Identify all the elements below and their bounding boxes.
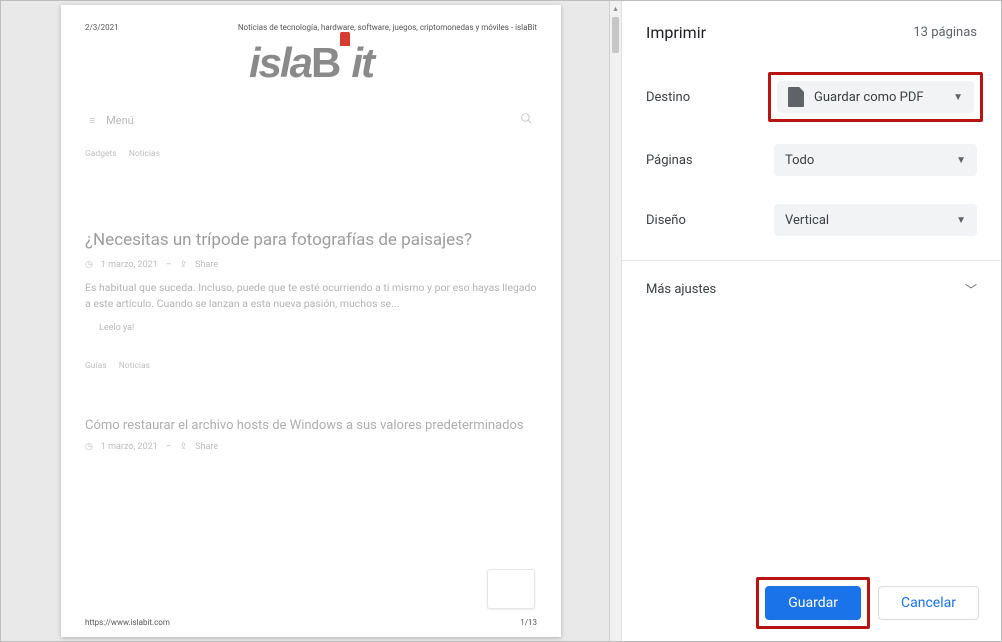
preview-tags-1: Gadgets Noticias bbox=[85, 149, 537, 159]
more-settings-toggle[interactable]: Más ajustes ﹀ bbox=[646, 261, 977, 318]
footer-page: 1/13 bbox=[520, 618, 537, 627]
meta-sep: – bbox=[166, 442, 172, 452]
article-body: Es habitual que suceda. Incluso, puede q… bbox=[85, 280, 537, 312]
chevron-down-icon: ▼ bbox=[956, 155, 966, 166]
more-settings-label: Más ajustes bbox=[646, 282, 716, 297]
pdf-file-icon bbox=[788, 87, 804, 107]
layout-select[interactable]: Vertical ▼ bbox=[774, 204, 977, 236]
highlight-destination: Guardar como PDF ▼ bbox=[768, 72, 983, 122]
clock-icon: ◷ bbox=[85, 260, 93, 270]
article-title: ¿Necesitas un trípode para fotografías d… bbox=[85, 229, 537, 252]
footer-url: https://www.islabit.com bbox=[85, 618, 170, 627]
tag: Noticias bbox=[129, 149, 160, 159]
row-destination: Destino Guardar como PDF ▼ bbox=[646, 64, 977, 130]
layout-value: Vertical bbox=[785, 213, 829, 228]
scroll-up-icon[interactable]: ▴ bbox=[612, 3, 619, 13]
share-icon: ⇪ bbox=[180, 442, 188, 452]
article-title: Cómo restaurar el archivo hosts de Windo… bbox=[85, 417, 537, 435]
destination-label: Destino bbox=[646, 90, 774, 105]
preview-site-title: Noticias de tecnología, hardware, softwa… bbox=[238, 23, 537, 32]
preview-tags-2: Guías Noticias bbox=[85, 361, 537, 371]
article-date: 1 marzo, 2021 bbox=[101, 442, 158, 452]
clock-icon: ◷ bbox=[85, 442, 93, 452]
preview-page: 2/3/2021 Noticias de tecnología, hardwar… bbox=[61, 5, 561, 637]
preview-page-footer: https://www.islabit.com 1/13 bbox=[85, 618, 537, 627]
recaptcha-badge bbox=[487, 569, 535, 609]
search-icon bbox=[520, 112, 533, 129]
tag: Guías bbox=[85, 361, 107, 371]
cancel-button[interactable]: Cancelar bbox=[878, 586, 979, 620]
pages-select[interactable]: Todo ▼ bbox=[774, 144, 977, 176]
destination-select[interactable]: Guardar como PDF ▼ bbox=[777, 81, 974, 113]
share-icon: ⇪ bbox=[180, 260, 188, 270]
print-preview-pane: 2/3/2021 Noticias de tecnología, hardwar… bbox=[1, 1, 621, 641]
dialog-footer: Guardar Cancelar bbox=[622, 569, 1001, 641]
article-date: 1 marzo, 2021 bbox=[101, 260, 158, 270]
print-settings-panel: Imprimir 13 páginas Destino Guardar como… bbox=[621, 1, 1001, 641]
scroll-thumb[interactable] bbox=[612, 17, 619, 53]
menu-label: Menú bbox=[106, 114, 134, 127]
site-logo: islaBit bbox=[85, 42, 537, 84]
article-share: Share bbox=[195, 260, 218, 270]
chevron-down-icon: ▼ bbox=[956, 215, 966, 226]
logo-accent-dot bbox=[340, 32, 350, 46]
destination-value: Guardar como PDF bbox=[814, 90, 924, 105]
article-meta: ◷ 1 marzo, 2021 – ⇪ Share bbox=[85, 260, 537, 270]
tag: Gadgets bbox=[85, 149, 117, 159]
article-meta: ◷ 1 marzo, 2021 – ⇪ Share bbox=[85, 442, 537, 452]
article-read-link: Leelo ya! bbox=[99, 323, 537, 333]
chevron-down-icon: ▼ bbox=[953, 92, 963, 103]
preview-article-2: Cómo restaurar el archivo hosts de Windo… bbox=[85, 417, 537, 451]
save-button[interactable]: Guardar bbox=[765, 586, 861, 620]
layout-label: Diseño bbox=[646, 213, 774, 228]
tag: Noticias bbox=[119, 361, 150, 371]
logo-text-right: it bbox=[351, 39, 373, 86]
highlight-save: Guardar bbox=[756, 577, 870, 629]
preview-scrollbar[interactable]: ▴ bbox=[609, 1, 621, 641]
pages-label: Páginas bbox=[646, 153, 774, 168]
logo-text-left: isla bbox=[249, 39, 311, 86]
preview-menu-bar: ≡ Menú bbox=[85, 106, 537, 135]
pages-value: Todo bbox=[785, 153, 814, 168]
hamburger-icon: ≡ bbox=[89, 114, 95, 127]
print-dialog-root: 2/3/2021 Noticias de tecnología, hardwar… bbox=[0, 0, 1002, 642]
dialog-body: Destino Guardar como PDF ▼ Páginas Todo … bbox=[622, 58, 1001, 569]
dialog-header: Imprimir 13 páginas bbox=[622, 1, 1001, 58]
preview-page-header: 2/3/2021 Noticias de tecnología, hardwar… bbox=[85, 23, 537, 32]
article-share: Share bbox=[195, 442, 218, 452]
row-pages: Páginas Todo ▼ bbox=[646, 130, 977, 190]
row-layout: Diseño Vertical ▼ bbox=[646, 190, 977, 250]
dialog-title: Imprimir bbox=[646, 23, 706, 42]
meta-sep: – bbox=[166, 260, 172, 270]
sheet-count: 13 páginas bbox=[913, 25, 977, 40]
chevron-down-icon: ﹀ bbox=[965, 281, 977, 298]
preview-article-1: ¿Necesitas un trípode para fotografías d… bbox=[85, 229, 537, 333]
preview-date: 2/3/2021 bbox=[85, 23, 119, 32]
